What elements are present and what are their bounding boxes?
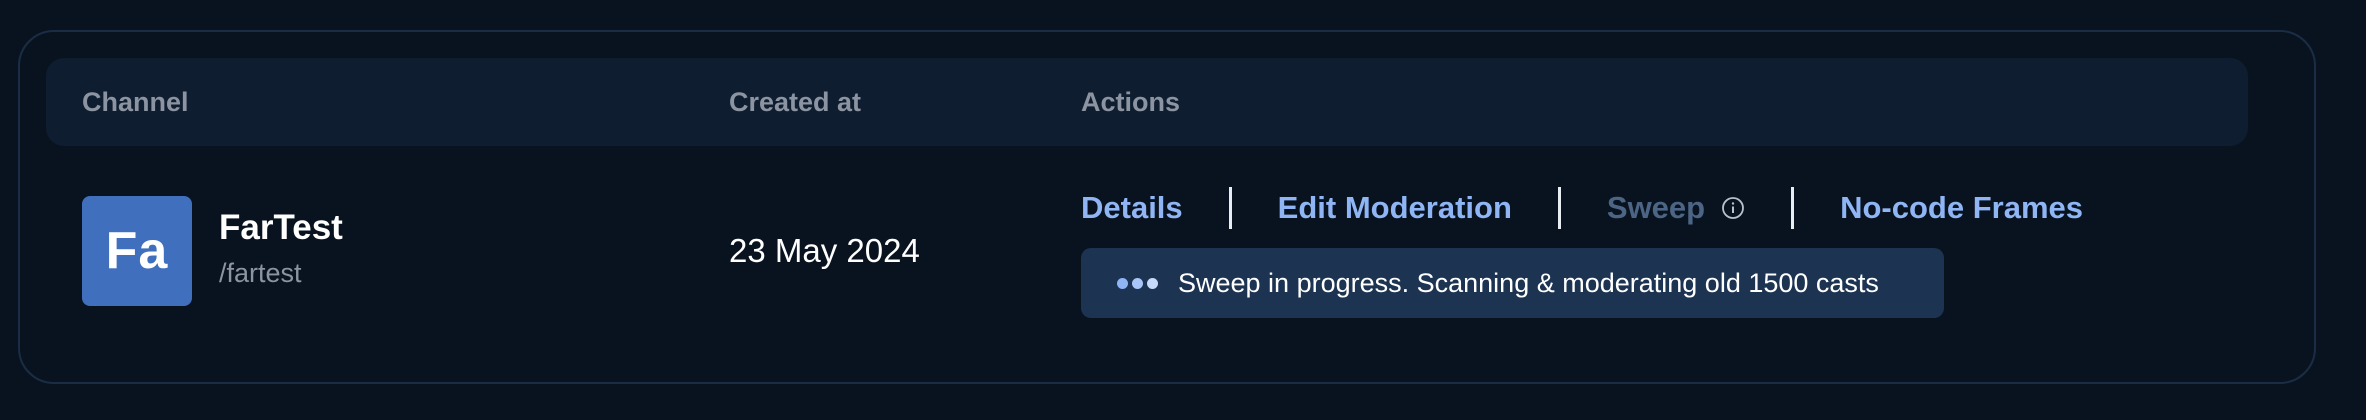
column-header-channel: Channel xyxy=(82,87,189,117)
column-header-actions: Actions xyxy=(1081,87,1181,117)
action-divider xyxy=(1791,187,1795,229)
sweep-status-banner: Sweep in progress. Scanning & moderating… xyxy=(1081,248,1944,318)
no-code-frames-link[interactable]: No-code Frames xyxy=(1840,190,2083,226)
edit-moderation-link[interactable]: Edit Moderation xyxy=(1278,190,1512,226)
column-header-created-at: Created at xyxy=(729,87,862,117)
channel-handle: /fartest xyxy=(219,258,302,288)
details-link[interactable]: Details xyxy=(1081,190,1183,226)
action-divider xyxy=(1557,187,1561,229)
table-header: Channel Created at Actions xyxy=(46,58,2248,146)
action-divider xyxy=(1228,187,1232,229)
row-actions: Details Edit Moderation Sweep No-code Fr… xyxy=(1081,186,2083,230)
loading-dots-icon xyxy=(1117,277,1158,289)
sweep-link-disabled: Sweep xyxy=(1606,190,1706,225)
created-at-value: 23 May 2024 xyxy=(729,232,920,269)
info-icon[interactable] xyxy=(1721,196,1745,220)
sweep-action: Sweep xyxy=(1607,190,1745,226)
sweep-status-text: Sweep in progress. Scanning & moderating… xyxy=(1178,267,1879,298)
channel-avatar: Fa xyxy=(82,196,192,306)
channel-name: FarTest xyxy=(219,208,343,247)
